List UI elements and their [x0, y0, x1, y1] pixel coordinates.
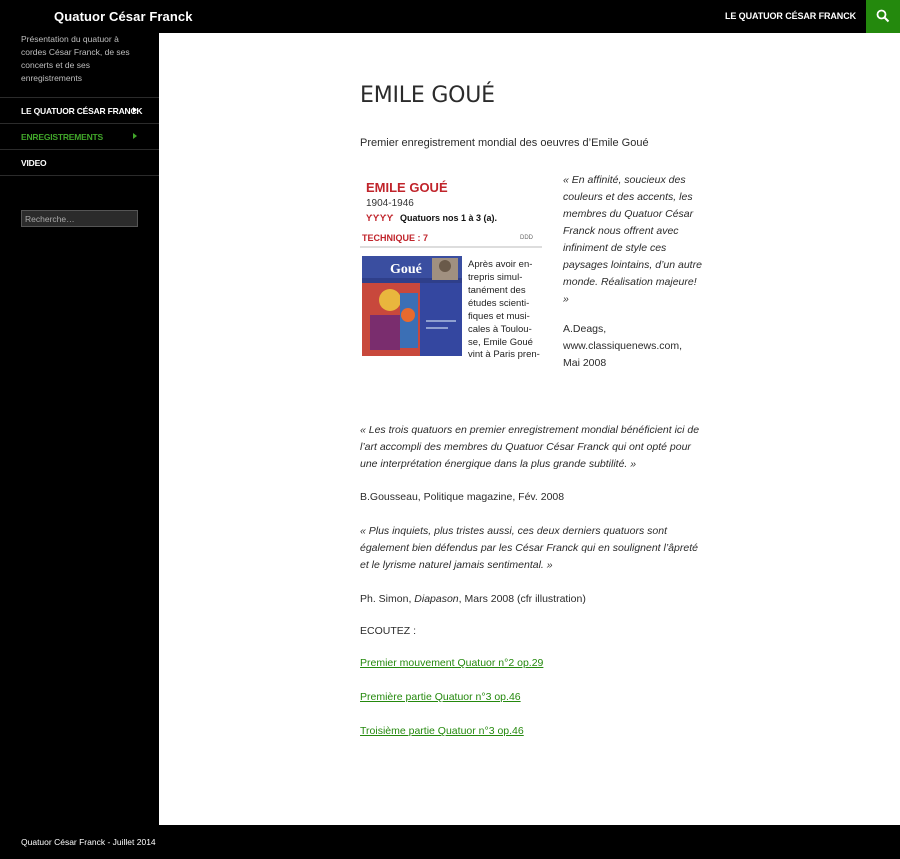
- svg-text:vint à Paris pren-: vint à Paris pren-: [468, 349, 540, 359]
- listen-heading: ECOUTEZ :: [360, 625, 417, 637]
- site-footer: Quatuor César Franck - Juillet 2014: [0, 825, 900, 859]
- cover-title: Goué: [390, 262, 422, 277]
- page-title: EMILE GOUÉ: [360, 83, 495, 108]
- site-header: Quatuor César Franck LE QUATUOR CÉSAR FR…: [0, 0, 900, 33]
- svg-text:tanément des: tanément des: [468, 285, 526, 296]
- svg-text:cales à Toulou-: cales à Toulou-: [468, 324, 532, 335]
- review-credit-diapason: Ph. Simon, Diapason, Mars 2008 (cfr illu…: [360, 591, 705, 608]
- clipping-years: 1904-1946: [366, 198, 414, 209]
- chevron-right-icon: [133, 107, 137, 113]
- review-quote-diapason: « Plus inquiets, plus tristes aussi, ces…: [360, 525, 698, 571]
- review-quote-politique: « Les trois quatuors en premier enregist…: [360, 424, 700, 470]
- svg-text:trepris simul-: trepris simul-: [468, 272, 522, 283]
- album-review-clipping: EMILE GOUÉ 1904-1946 ƳƳƳƳ Quatuors nos 1…: [360, 175, 546, 360]
- credit-date: Mai 2008: [563, 357, 607, 369]
- clipping-rating: ƳƳƳƳ: [366, 213, 394, 223]
- audio-link-quatuor-3-part-1[interactable]: Première partie Quatuor n°3 op.46: [360, 691, 521, 703]
- chevron-right-icon: [133, 133, 137, 139]
- top-nav-quatuor-link[interactable]: LE QUATUOR CÉSAR FRANCK: [725, 11, 856, 21]
- credit-suffix: , Mars 2008 (cfr illustration): [458, 593, 586, 605]
- search-input[interactable]: [21, 210, 138, 227]
- svg-text:études scienti-: études scienti-: [468, 298, 529, 309]
- review-credit-classiquenews: A.Deags, www.classiquenews.com, Mai 2008: [563, 321, 703, 372]
- main-content: EMILE GOUÉ Premier enregistrement mondia…: [159, 33, 900, 825]
- sidebar: Présentation du quatuor à cordes César F…: [0, 33, 159, 825]
- clipping-ddd: DDD: [520, 235, 534, 241]
- review-quote-classiquenews: « En affinité, soucieux des couleurs et …: [563, 174, 702, 305]
- clipping-works: Quatuors nos 1 à 3 (a).: [400, 213, 497, 223]
- search-toggle-button[interactable]: [866, 0, 900, 33]
- footer-text: Quatuor César Franck - Juillet 2014: [21, 837, 156, 847]
- credit-author: A.Deags,: [563, 323, 607, 335]
- svg-text:se, Emile Goué: se, Emile Goué: [468, 337, 533, 348]
- search-icon: [876, 9, 890, 23]
- audio-link-quatuor-3-part-3[interactable]: Troisième partie Quatuor n°3 op.46: [360, 725, 524, 737]
- sidebar-item-label: LE QUATUOR CÉSAR FRANCK: [21, 106, 143, 116]
- credit-prefix: Ph. Simon,: [360, 593, 415, 605]
- album-review-image: EMILE GOUÉ 1904-1946 ƳƳƳƳ Quatuors nos 1…: [360, 175, 546, 360]
- clipping-technique: TECHNIQUE : 7: [362, 233, 428, 243]
- review-credit-politique: B.Gousseau, Politique magazine, Fév. 200…: [360, 491, 565, 503]
- site-title[interactable]: Quatuor César Franck: [54, 9, 193, 24]
- sidebar-item-enregistrements[interactable]: ENREGISTREMENTS: [0, 124, 159, 150]
- primary-navigation: LE QUATUOR CÉSAR FRANCK ENREGISTREMENTS …: [0, 97, 159, 176]
- intro-text: Premier enregistrement mondial des oeuvr…: [360, 137, 649, 149]
- audio-link-quatuor-2-mvt-1[interactable]: Premier mouvement Quatuor n°2 op.29: [360, 657, 543, 669]
- cd-cover-artwork: Goué: [362, 256, 462, 356]
- svg-text:fiques et musi-: fiques et musi-: [468, 311, 530, 322]
- sidebar-item-label: VIDEO: [21, 158, 47, 168]
- sidebar-item-quatuor[interactable]: LE QUATUOR CÉSAR FRANCK: [0, 98, 159, 124]
- sidebar-item-label: ENREGISTREMENTS: [21, 132, 104, 142]
- sidebar-item-video[interactable]: VIDEO: [0, 150, 159, 176]
- credit-magazine: Diapason: [414, 593, 459, 605]
- credit-site: www.classiquenews.com,: [563, 340, 683, 352]
- svg-text:Après avoir en-: Après avoir en-: [468, 259, 532, 270]
- clipping-header: EMILE GOUÉ: [366, 180, 448, 195]
- site-description: Présentation du quatuor à cordes César F…: [21, 34, 130, 83]
